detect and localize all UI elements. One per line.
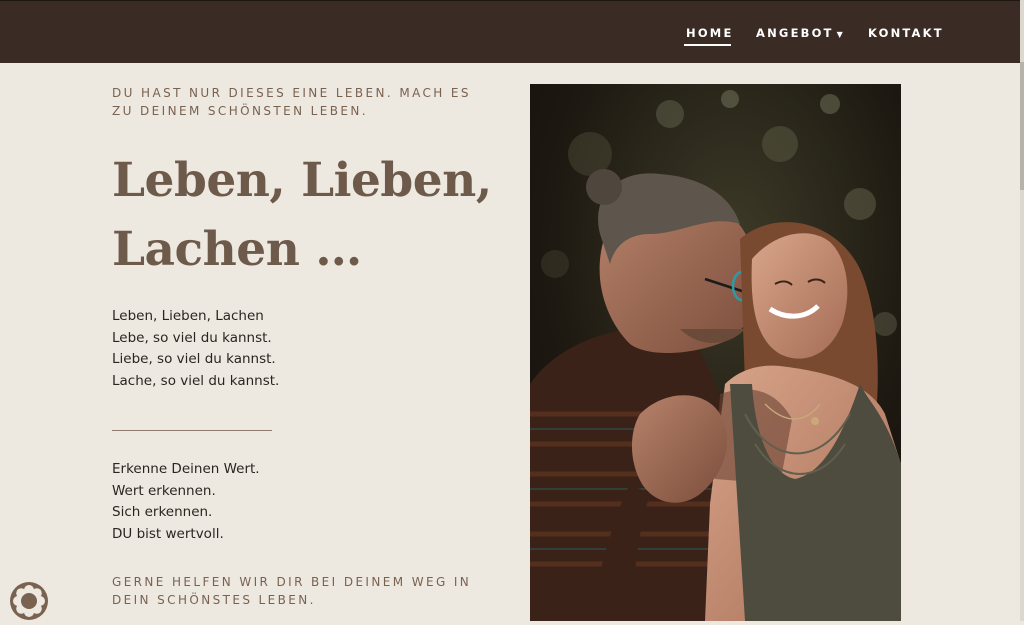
top-navigation-bar: HOME ANGEBOT ▼ KONTAKT: [0, 0, 1020, 63]
cookie-flower-icon[interactable]: [9, 581, 49, 621]
hero-headline: Leben, Lieben, Lachen …: [112, 146, 512, 284]
worth-line: Wert erkennen.: [112, 482, 216, 499]
worth-line: Erkenne Deinen Wert.: [112, 461, 260, 477]
headline-line-2: Lachen …: [112, 222, 362, 277]
scrollbar-thumb[interactable]: [1020, 62, 1024, 190]
hero-eyebrow-text: DU HAST NUR DIESES EINE LEBEN. MACH ES Z…: [112, 86, 471, 118]
nav-home-link[interactable]: HOME: [686, 26, 734, 40]
headline-line-1: Leben, Lieben,: [112, 153, 492, 208]
cta-eyebrow-text: GERNE HELFEN WIR DIR BEI DEINEM WEG IN D…: [112, 575, 472, 607]
section-divider: [112, 430, 272, 431]
worth-text-block: Erkenne Deinen Wert. Wert erkennen. Sich…: [112, 459, 260, 546]
active-nav-underline: [684, 44, 731, 46]
chevron-down-icon: ▼: [836, 30, 843, 39]
nav-kontakt-link[interactable]: KONTAKT: [868, 26, 944, 40]
nav-angebot-link[interactable]: ANGEBOT ▼: [756, 26, 843, 40]
motto-line: Liebe, so viel du kannst.: [112, 351, 276, 368]
motto-line: Leben, Lieben, Lachen: [112, 308, 264, 324]
motto-line: Lebe, so viel du kannst.: [112, 329, 272, 346]
motto-line: Lache, so viel du kannst.: [112, 373, 280, 390]
worth-line: DU bist wertvoll.: [112, 526, 224, 543]
cookie-flower-svg: [10, 582, 48, 620]
couple-photo: [530, 84, 901, 621]
couple-photo-illustration: [530, 84, 901, 621]
worth-line: Sich erkennen.: [112, 504, 213, 521]
motto-text-block: Leben, Lieben, Lachen Lebe, so viel du k…: [112, 306, 279, 393]
nav-angebot-label: ANGEBOT: [756, 26, 834, 40]
